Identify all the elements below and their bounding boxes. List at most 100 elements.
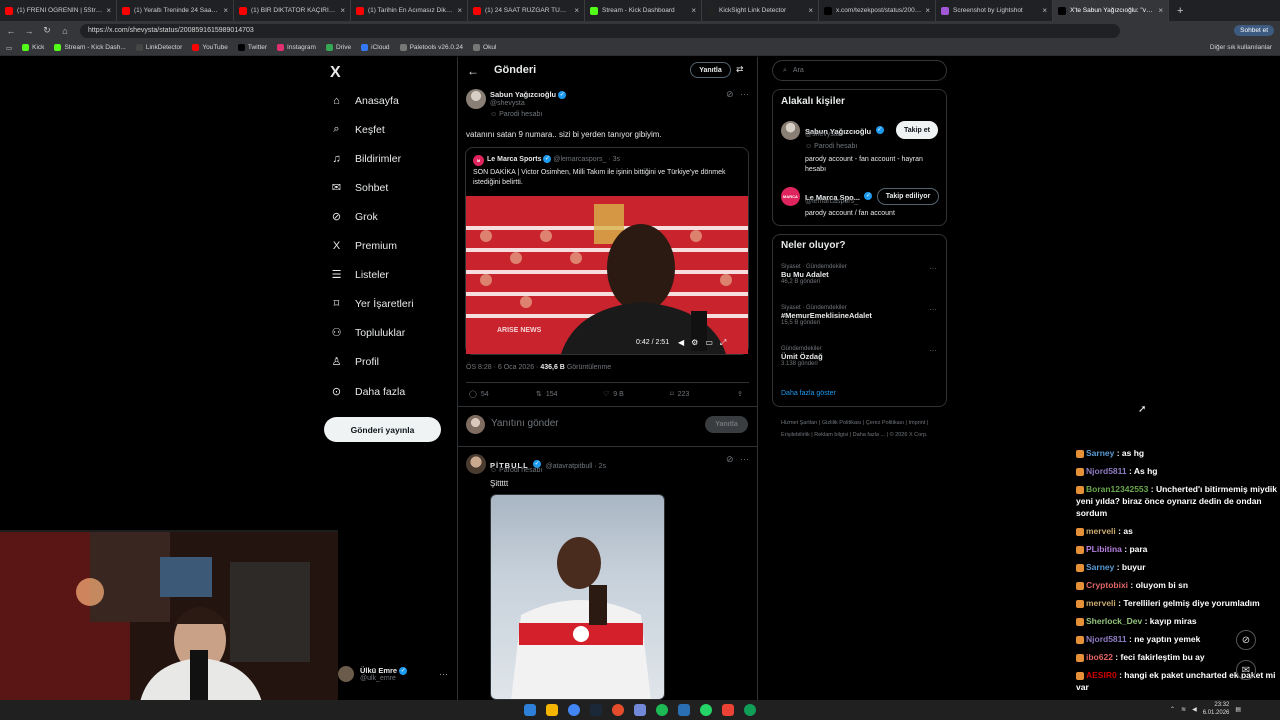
more-icon[interactable]: ···	[740, 454, 749, 464]
reply-action[interactable]: ◯ 54	[469, 390, 489, 399]
trend-item[interactable]: Siyaset · Gündemdekiler #MemurEmeklisineA…	[781, 305, 941, 326]
browser-tab[interactable]: KickSight Link Detector ×	[702, 0, 819, 21]
post-author-handle[interactable]: @shevysta	[490, 100, 525, 107]
account-switcher[interactable]: Ülkü Emre ✓ @ulk_emre ···	[338, 660, 448, 688]
nav-item-listeler[interactable]: ☰ Listeler	[330, 268, 389, 282]
follow-button[interactable]: Takip et	[896, 121, 938, 139]
home-icon[interactable]: ⌂	[58, 26, 72, 36]
header-reply-button[interactable]: Yanıtla	[690, 62, 731, 78]
chat-action-icon[interactable]: ⊘	[1236, 630, 1256, 650]
nav-item-daha-fazla[interactable]: ⊙ Daha fazla	[330, 385, 405, 399]
like-action[interactable]: ♡ 9 B	[603, 390, 624, 399]
chat-username[interactable]: merveli	[1086, 526, 1116, 536]
close-tab-icon[interactable]: ×	[808, 6, 813, 15]
chat-username[interactable]: ibo622	[1086, 652, 1113, 662]
discord-icon[interactable]	[634, 704, 646, 716]
footer-link[interactable]: Imprint	[909, 420, 926, 426]
reply-submit-button[interactable]: Yanıtla	[705, 416, 748, 433]
close-tab-icon[interactable]: ×	[925, 6, 930, 15]
nav-item-premium[interactable]: X Premium	[330, 239, 397, 252]
chat-profile-button[interactable]: Sohbet et	[1234, 25, 1274, 36]
close-tab-icon[interactable]: ×	[691, 6, 696, 15]
following-button[interactable]: Takip ediliyor	[877, 188, 939, 205]
reply-input[interactable]: Yanıtını gönder	[491, 418, 559, 429]
more-icon[interactable]: ···	[929, 346, 937, 355]
browser-tab[interactable]: x.com/tezekpost/status/20085036 ×	[819, 0, 936, 21]
nav-item-grok[interactable]: ⊘ Grok	[330, 210, 378, 224]
bookmark-item[interactable]: Twitter	[237, 44, 267, 51]
nav-item-sohbet[interactable]: ✉ Sohbet	[330, 181, 388, 195]
close-tab-icon[interactable]: ×	[1158, 6, 1163, 15]
footer-link[interactable]: Çerez Politikası	[866, 420, 904, 426]
browser-tab[interactable]: (1) FRENİ ÖĞRENİN | 5Striders | M ×	[0, 0, 117, 21]
apps-icon[interactable]: ▭	[6, 44, 12, 52]
close-tab-icon[interactable]: ×	[574, 6, 579, 15]
tray-chevron-icon[interactable]: ⌃	[1170, 706, 1175, 713]
reload-icon[interactable]: ↻	[40, 25, 54, 36]
chat-username[interactable]: Cryptobixi	[1086, 580, 1128, 590]
footer-link[interactable]: © 2026 X Corp.	[890, 432, 928, 438]
trend-item[interactable]: Siyaset · Gündemdekiler Bu Mu Adalet 46,2 …	[781, 264, 941, 285]
fullscreen-icon[interactable]: ⤢	[720, 338, 733, 347]
back-icon[interactable]: ←	[4, 26, 18, 36]
more-icon[interactable]: ···	[929, 305, 937, 314]
app-icon[interactable]	[678, 704, 690, 716]
chrome-icon[interactable]	[568, 704, 580, 716]
browser-tab[interactable]: (1) 24 SAAT RÜZGAR TÜRBİNİNE ×	[468, 0, 585, 21]
bookmark-item[interactable]: Kick	[22, 44, 44, 51]
browser-tab[interactable]: Screenshot by Lightshot ×	[936, 0, 1053, 21]
footer-link[interactable]: Erişilebilirlik	[781, 432, 810, 438]
chat-username[interactable]: Njord5811	[1086, 634, 1127, 644]
close-tab-icon[interactable]: ×	[106, 6, 111, 15]
nav-item-anasayfa[interactable]: ⌂ Anasayfa	[330, 94, 399, 107]
bookmark-item[interactable]: iCloud	[361, 44, 390, 51]
close-tab-icon[interactable]: ×	[457, 6, 462, 15]
post-author-name[interactable]: Sabun Yağızcıoğlu ✓	[490, 90, 567, 100]
files-icon[interactable]	[546, 704, 558, 716]
volume-icon[interactable]: ◀	[1192, 706, 1197, 713]
nav-item-yer-i̇şaretleri[interactable]: ⌑ Yer İşaretleri	[330, 297, 414, 311]
spotify-icon[interactable]	[656, 704, 668, 716]
browser-tab[interactable]: (1) BİR DİKTATÖR KAÇIRILIRSA NE ×	[234, 0, 351, 21]
adjust-icon[interactable]: ⇄	[736, 64, 744, 75]
reply-image[interactable]	[490, 494, 665, 700]
edge-icon[interactable]	[744, 704, 756, 716]
browser-tab[interactable]: X'te Sabun Yağızcıoğlu: "vatan ×	[1053, 0, 1169, 21]
whatsapp-icon[interactable]	[700, 704, 712, 716]
browser-tab[interactable]: (1) Yeraltı Treninde 24 Saat Hayatt×	[117, 0, 234, 21]
chat-username[interactable]: Sarney	[1086, 562, 1114, 572]
share-icon[interactable]: ⇪	[737, 390, 743, 398]
pip-icon[interactable]: ▭	[705, 338, 720, 347]
steam-icon[interactable]	[590, 704, 602, 716]
more-icon[interactable]: ···	[929, 264, 937, 273]
avatar[interactable]	[781, 121, 800, 140]
bookmark-item[interactable]: Okul	[473, 44, 496, 51]
trend-item[interactable]: Gündemdekiler Ümit Özdağ 3.138 gönderi ···	[781, 346, 941, 367]
volume-icon[interactable]: ◀	[678, 338, 691, 347]
bookmark-item[interactable]: YouTube	[192, 44, 228, 51]
footer-link[interactable]: Hizmet Şartları	[781, 420, 817, 426]
forward-icon[interactable]: →	[22, 26, 36, 36]
bookmark-item[interactable]: Drive	[325, 44, 351, 51]
chat-username[interactable]: Boran12342553	[1086, 484, 1148, 494]
avatar[interactable]	[466, 89, 486, 109]
grok-icon[interactable]: ⊘	[726, 89, 734, 100]
browser-tab[interactable]: Stream - Kick Dashboard ×	[585, 0, 702, 21]
browser-tab[interactable]: (1) Tarihin En Acımasız Diktatör O×	[351, 0, 468, 21]
bookmark-item[interactable]: LinkDetector	[135, 44, 182, 51]
bookmark-item[interactable]: Instagram	[277, 44, 316, 51]
nav-item-topluluklar[interactable]: ⚇ Topluluklar	[330, 326, 406, 340]
close-tab-icon[interactable]: ×	[223, 6, 228, 15]
more-icon[interactable]: ···	[439, 669, 448, 679]
repost-action[interactable]: ⇅ 154	[536, 390, 558, 399]
close-tab-icon[interactable]: ×	[340, 6, 345, 15]
x-logo-icon[interactable]: X	[330, 64, 341, 82]
chat-username[interactable]: Njord5811	[1086, 466, 1127, 476]
nav-item-bildirimler[interactable]: ♫ Bildirimler	[330, 152, 401, 165]
grok-icon[interactable]: ⊘	[726, 454, 734, 465]
chat-username[interactable]: merveli	[1086, 598, 1116, 608]
bookmark-item[interactable]: Paletools v26.0.24	[399, 44, 463, 51]
show-more-link[interactable]: Daha fazla göster	[781, 390, 836, 397]
chat-username[interactable]: AESIR0	[1086, 670, 1117, 680]
settings-icon[interactable]: ⚙	[691, 338, 705, 347]
